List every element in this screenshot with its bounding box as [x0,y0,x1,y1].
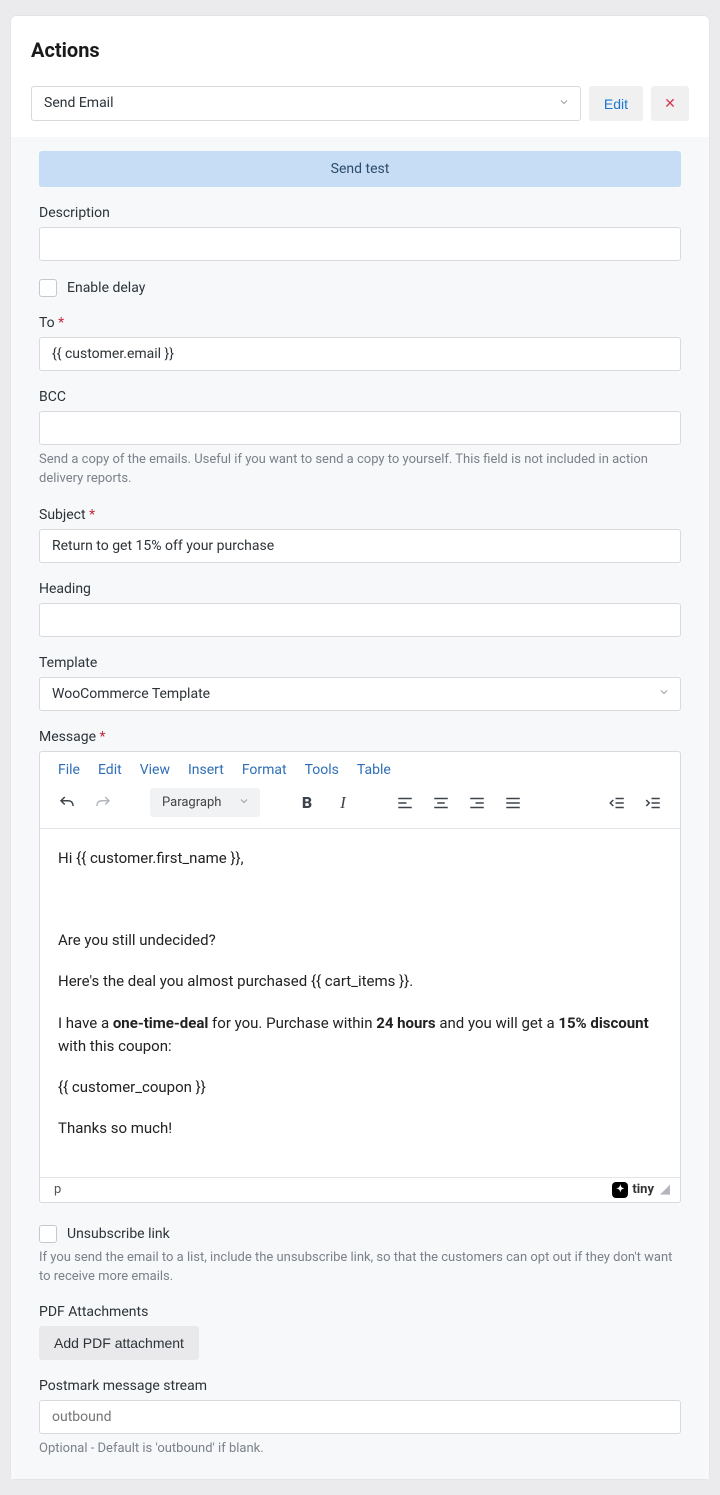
menu-insert[interactable]: Insert [188,762,224,778]
editor-toolbar: Paragraph B I [40,784,680,829]
add-pdf-button[interactable]: Add PDF attachment [39,1326,199,1360]
action-type-select[interactable]: Send Email [31,86,581,121]
postmark-input[interactable] [39,1400,681,1434]
align-center-icon[interactable] [426,788,456,818]
rich-text-editor: File Edit View Insert Format Tools Table [39,751,681,1203]
bcc-label: BCC [39,389,681,405]
action-top-row: Send Email Edit ✕ [31,86,689,121]
postmark-help: Optional - Default is 'outbound' if blan… [39,1440,681,1459]
edit-button[interactable]: Edit [589,86,643,121]
redo-icon[interactable] [88,788,118,818]
template-select[interactable]: WooCommerce Template [39,677,681,711]
bcc-help: Send a copy of the emails. Useful if you… [39,451,681,489]
italic-icon[interactable]: I [328,788,358,818]
undo-icon[interactable] [52,788,82,818]
editor-content[interactable]: Hi {{ customer.first_name }}, Are you st… [40,829,680,1177]
menu-format[interactable]: Format [242,762,287,778]
menu-view[interactable]: View [140,762,170,778]
align-left-icon[interactable] [390,788,420,818]
required-indicator: * [58,315,64,331]
pdf-label: PDF Attachments [39,1304,681,1320]
required-indicator: * [89,507,95,523]
menu-tools[interactable]: Tools [305,762,339,778]
action-config-area: Send test Description Enable delay To * … [11,137,709,1479]
chevron-down-icon [558,96,570,112]
outdent-icon[interactable] [602,788,632,818]
subject-input[interactable] [39,529,681,563]
align-justify-icon[interactable] [498,788,528,818]
send-test-button[interactable]: Send test [39,151,681,187]
close-icon: ✕ [664,95,676,111]
enable-delay-checkbox[interactable] [39,279,57,297]
template-value: WooCommerce Template [52,686,210,702]
unsubscribe-help: If you send the email to a list, include… [39,1249,681,1287]
description-label: Description [39,205,681,221]
indent-icon[interactable] [638,788,668,818]
align-right-icon[interactable] [462,788,492,818]
resize-handle-icon[interactable]: ◢ [660,1182,670,1197]
bold-icon[interactable]: B [292,788,322,818]
editor-path: p [54,1182,61,1197]
unsubscribe-label: Unsubscribe link [67,1226,170,1242]
to-label: To * [39,315,681,331]
required-indicator: * [99,729,105,745]
action-type-value: Send Email [44,95,114,111]
actions-panel: Actions Send Email Edit ✕ Send test Desc… [10,15,710,1480]
editor-menu-bar: File Edit View Insert Format Tools Table [40,752,680,784]
editor-statusbar: p ✦tiny ◢ [40,1177,680,1202]
template-label: Template [39,655,681,671]
enable-delay-label: Enable delay [67,280,145,296]
tiny-logo: ✦tiny [612,1182,654,1198]
menu-table[interactable]: Table [357,762,391,778]
message-label: Message * [39,729,681,745]
chevron-down-icon [238,795,250,811]
menu-file[interactable]: File [58,762,80,778]
chevron-down-icon [658,686,670,702]
bcc-input[interactable] [39,411,681,445]
menu-edit[interactable]: Edit [98,762,122,778]
delete-button[interactable]: ✕ [651,86,689,121]
unsubscribe-checkbox[interactable] [39,1225,57,1243]
subject-label: Subject * [39,507,681,523]
page-title: Actions [31,38,689,62]
to-input[interactable] [39,337,681,371]
paragraph-style-select[interactable]: Paragraph [150,788,260,817]
heading-label: Heading [39,581,681,597]
description-input[interactable] [39,227,681,261]
postmark-label: Postmark message stream [39,1378,681,1394]
heading-input[interactable] [39,603,681,637]
